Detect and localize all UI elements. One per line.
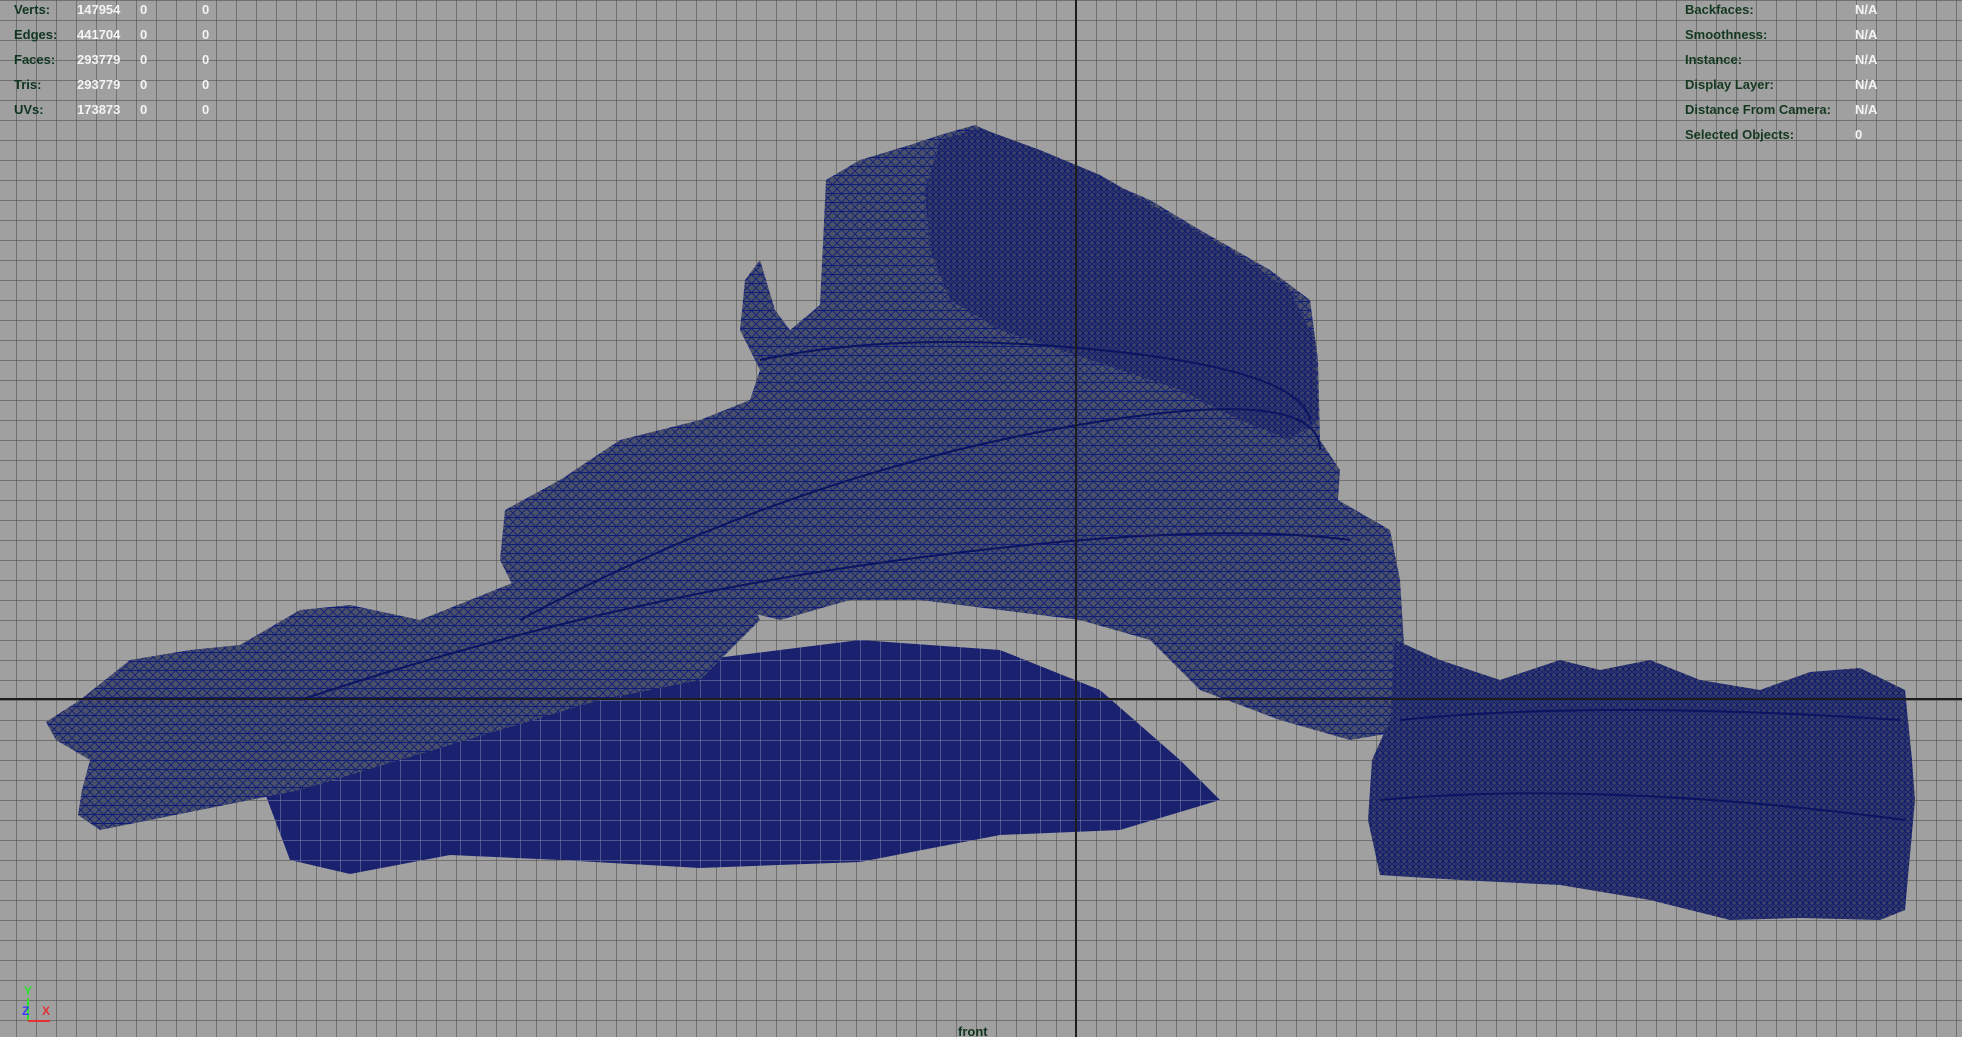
hud-label: Tris: xyxy=(14,77,42,92)
hud-value: N/A xyxy=(1855,52,1878,67)
hud-label: Display Layer: xyxy=(1685,77,1774,92)
x-axis-label: X xyxy=(42,1004,51,1018)
hud-value: 0 xyxy=(140,52,148,67)
hud-value: 0 xyxy=(202,52,210,67)
z-axis-label: Z xyxy=(22,1004,30,1018)
hud-value: 0 xyxy=(202,2,210,17)
axis-gizmo-icon: Y Z X xyxy=(18,984,58,1024)
hud-label: Instance: xyxy=(1685,52,1743,67)
hud-value: 0 xyxy=(140,102,148,117)
hud-value: 0 xyxy=(1855,127,1863,142)
hud-label: Verts: xyxy=(14,2,51,17)
hud-label: Selected Objects: xyxy=(1685,127,1795,142)
world-axis-horizontal xyxy=(0,698,1962,700)
hud-label: UVs: xyxy=(14,102,44,117)
world-axis-vertical xyxy=(1075,0,1077,1037)
hud-value: N/A xyxy=(1855,2,1878,17)
hud-value: 0 xyxy=(140,77,148,92)
mesh-right-platform xyxy=(1368,640,1915,920)
y-axis-label: Y xyxy=(24,984,33,998)
hud-value: 441704 xyxy=(77,27,121,42)
hud-value: N/A xyxy=(1855,77,1878,92)
camera-name-label: front xyxy=(958,1024,988,1037)
hud-value: 147954 xyxy=(77,2,121,17)
hud-value: N/A xyxy=(1855,27,1878,42)
hud-value: 173873 xyxy=(77,102,121,117)
viewport-front[interactable]: Verts: 147954 0 0 Edges: 441704 0 0 Face… xyxy=(0,0,1962,1037)
hud-label: Smoothness: xyxy=(1685,27,1768,42)
hud-label: Edges: xyxy=(14,27,58,42)
hud-value: 293779 xyxy=(77,77,121,92)
hud-value: N/A xyxy=(1855,102,1878,117)
x-axis-line xyxy=(28,1020,50,1022)
rock-wireframe-mesh[interactable] xyxy=(0,0,1962,1037)
hud-value: 0 xyxy=(140,2,148,17)
hud-label: Faces: xyxy=(14,52,56,67)
hud-value: 0 xyxy=(202,77,210,92)
hud-value: 0 xyxy=(202,27,210,42)
hud-label: Backfaces: xyxy=(1685,2,1754,17)
hud-value: 0 xyxy=(140,27,148,42)
hud-value: 293779 xyxy=(77,52,121,67)
hud-label: Distance From Camera: xyxy=(1685,102,1831,117)
hud-value: 0 xyxy=(202,102,210,117)
